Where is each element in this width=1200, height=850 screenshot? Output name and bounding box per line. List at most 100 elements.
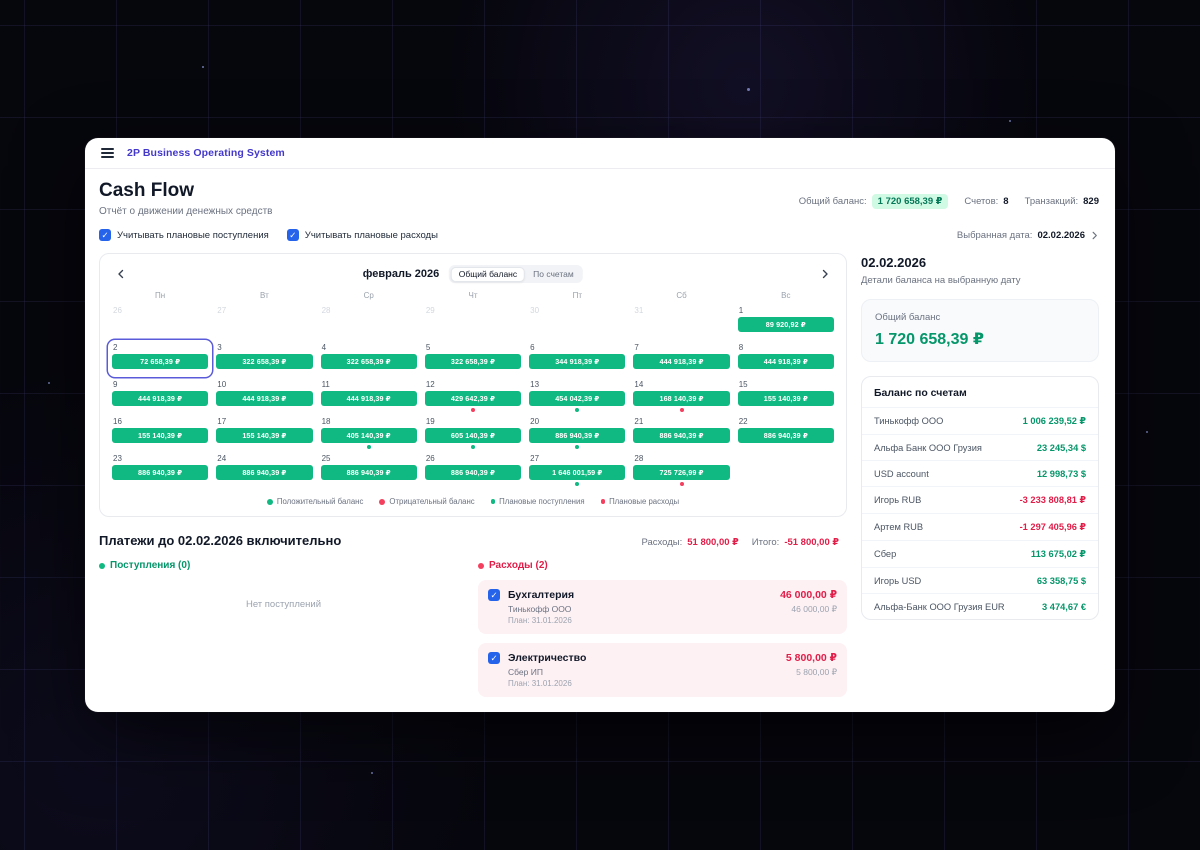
toggle-total-balance[interactable]: Общий баланс bbox=[451, 267, 525, 282]
expense-checkbox[interactable]: ✓ bbox=[488, 652, 500, 664]
day-balance-pill[interactable]: 155 140,39 ₽ bbox=[112, 428, 208, 443]
day-number: 5 bbox=[426, 343, 525, 352]
calendar-day-28[interactable]: 28 bbox=[317, 303, 421, 340]
toggle-by-accounts[interactable]: По счетам bbox=[525, 267, 582, 282]
calendar-day-20[interactable]: 20886 940,39 ₽ bbox=[525, 414, 629, 451]
account-row[interactable]: Игорь USD63 358,75 $ bbox=[862, 567, 1098, 593]
next-month-button[interactable] bbox=[812, 265, 838, 283]
calendar-day-13[interactable]: 13454 042,39 ₽ bbox=[525, 377, 629, 414]
calendar-day-18[interactable]: 18405 140,39 ₽ bbox=[317, 414, 421, 451]
calendar-day-1[interactable]: 189 920,92 ₽ bbox=[734, 303, 838, 340]
day-balance-pill[interactable]: 454 042,39 ₽ bbox=[529, 391, 625, 406]
expense-item[interactable]: ✓ЭлектричествоСбер ИППлан: 31.01.20265 8… bbox=[478, 643, 847, 697]
day-number: 21 bbox=[634, 417, 733, 426]
day-balance-pill[interactable]: 886 940,39 ₽ bbox=[633, 428, 729, 443]
day-balance-pill[interactable]: 168 140,39 ₽ bbox=[633, 391, 729, 406]
day-balance-pill[interactable]: 322 658,39 ₽ bbox=[216, 354, 312, 369]
planned-expense-dot bbox=[471, 408, 475, 412]
calendar-day-7[interactable]: 7444 918,39 ₽ bbox=[629, 340, 733, 377]
account-row[interactable]: Тинькофф ООО1 006 239,52 ₽ bbox=[862, 407, 1098, 434]
day-balance-pill[interactable]: 1 646 001,59 ₽ bbox=[529, 465, 625, 480]
day-balance-pill[interactable]: 886 940,39 ₽ bbox=[321, 465, 417, 480]
day-balance-pill[interactable]: 155 140,39 ₽ bbox=[738, 391, 834, 406]
expense-item[interactable]: ✓БухгалтерияТинькофф ОООПлан: 31.01.2026… bbox=[478, 580, 847, 634]
day-balance-pill[interactable]: 444 918,39 ₽ bbox=[216, 391, 312, 406]
calendar-day-27[interactable]: 271 646 001,59 ₽ bbox=[525, 451, 629, 488]
calendar-day-31[interactable]: 31 bbox=[629, 303, 733, 340]
calendar-day-19[interactable]: 19 605 140,39 ₽ bbox=[421, 414, 525, 451]
day-balance-pill[interactable]: 444 918,39 ₽ bbox=[738, 354, 834, 369]
planned-income-checkbox[interactable]: ✓ bbox=[99, 229, 111, 241]
calendar-day-11[interactable]: 11444 918,39 ₽ bbox=[317, 377, 421, 414]
menu-icon[interactable] bbox=[99, 146, 116, 160]
calendar-day-25[interactable]: 25886 940,39 ₽ bbox=[317, 451, 421, 488]
calendar-day-22[interactable]: 22886 940,39 ₽ bbox=[734, 414, 838, 451]
selected-date-value: 02.02.2026 bbox=[1037, 230, 1085, 241]
calendar-day-24[interactable]: 24886 940,39 ₽ bbox=[212, 451, 316, 488]
account-row[interactable]: Альфа-Банк ООО Грузия EUR3 474,67 € bbox=[862, 593, 1098, 619]
calendar-day-21[interactable]: 21 886 940,39 ₽ bbox=[629, 414, 733, 451]
day-balance-pill[interactable]: 886 940,39 ₽ bbox=[216, 465, 312, 480]
day-balance-pill[interactable]: 322 658,39 ₽ bbox=[425, 354, 521, 369]
weekday-label: Вс bbox=[734, 291, 838, 300]
calendar-day-12[interactable]: 12429 642,39 ₽ bbox=[421, 377, 525, 414]
day-balance-pill[interactable]: 322 658,39 ₽ bbox=[321, 354, 417, 369]
account-row[interactable]: USD account12 998,73 $ bbox=[862, 460, 1098, 486]
calendar-day-30[interactable]: 30 bbox=[525, 303, 629, 340]
chevron-right-icon bbox=[1090, 231, 1099, 240]
account-row[interactable]: Сбер113 675,02 ₽ bbox=[862, 540, 1098, 567]
expense-plan-amount: 46 000,00 ₽ bbox=[780, 604, 837, 615]
calendar-day-10[interactable]: 10444 918,39 ₽ bbox=[212, 377, 316, 414]
weekday-label: Вт bbox=[212, 291, 316, 300]
calendar-day-26[interactable]: 26886 940,39 ₽ bbox=[421, 451, 525, 488]
account-row[interactable]: Артем RUB-1 297 405,96 ₽ bbox=[862, 513, 1098, 540]
planned-expense-checkbox[interactable]: ✓ bbox=[287, 229, 299, 241]
total-balance-card-label: Общий баланс bbox=[875, 312, 1085, 323]
day-balance-pill[interactable]: 605 140,39 ₽ bbox=[425, 428, 521, 443]
day-balance-pill[interactable]: 344 918,39 ₽ bbox=[529, 354, 625, 369]
day-balance-pill[interactable]: 444 918,39 ₽ bbox=[321, 391, 417, 406]
day-balance-pill[interactable]: 886 940,39 ₽ bbox=[738, 428, 834, 443]
calendar-day-29[interactable]: 29 bbox=[421, 303, 525, 340]
planned-income-filter[interactable]: ✓ Учитывать плановые поступления bbox=[99, 229, 269, 241]
account-row[interactable]: Альфа Банк ООО Грузия23 245,34 $ bbox=[862, 434, 1098, 460]
day-balance-pill[interactable]: 886 940,39 ₽ bbox=[529, 428, 625, 443]
calendar-day-9[interactable]: 9444 918,39 ₽ bbox=[108, 377, 212, 414]
day-balance-pill[interactable]: 886 940,39 ₽ bbox=[112, 465, 208, 480]
day-balance-pill[interactable]: 89 920,92 ₽ bbox=[738, 317, 834, 332]
calendar-day-27[interactable]: 27 bbox=[212, 303, 316, 340]
calendar-day-5[interactable]: 5 322 658,39 ₽ bbox=[421, 340, 525, 377]
page-subtitle: Отчёт о движении денежных средств bbox=[99, 206, 272, 217]
main-content: февраль 2026 Общий баланс По счетам ПнВт… bbox=[85, 241, 1115, 709]
calendar-day-26[interactable]: 26 bbox=[108, 303, 212, 340]
calendar-day-3[interactable]: 3322 658,39 ₽ bbox=[212, 340, 316, 377]
prev-month-button[interactable] bbox=[108, 265, 134, 283]
planned-expense-filter[interactable]: ✓ Учитывать плановые расходы bbox=[287, 229, 438, 241]
day-balance-pill[interactable]: 886 940,39 ₽ bbox=[425, 465, 521, 480]
day-balance-pill[interactable]: 429 642,39 ₽ bbox=[425, 391, 521, 406]
account-row[interactable]: Игорь RUB-3 233 808,81 ₽ bbox=[862, 486, 1098, 513]
day-balance-pill[interactable]: 725 726,99 ₽ bbox=[633, 465, 729, 480]
expense-checkbox[interactable]: ✓ bbox=[488, 589, 500, 601]
day-balance-pill[interactable]: 72 658,39 ₽ bbox=[112, 354, 208, 369]
calendar-day-17[interactable]: 17155 140,39 ₽ bbox=[212, 414, 316, 451]
calendar-day-15[interactable]: 15155 140,39 ₽ bbox=[734, 377, 838, 414]
calendar-view-toggle: Общий баланс По счетам bbox=[449, 265, 583, 283]
calendar-day-8[interactable]: 8444 918,39 ₽ bbox=[734, 340, 838, 377]
calendar-day-4[interactable]: 4322 658,39 ₽ bbox=[317, 340, 421, 377]
accounts-count-value: 8 bbox=[1003, 196, 1008, 207]
day-balance-pill[interactable]: 155 140,39 ₽ bbox=[216, 428, 312, 443]
day-balance-pill[interactable]: 405 140,39 ₽ bbox=[321, 428, 417, 443]
day-number: 19 bbox=[426, 417, 525, 426]
calendar-day-16[interactable]: 16155 140,39 ₽ bbox=[108, 414, 212, 451]
details-subtitle: Детали баланса на выбранную дату bbox=[861, 275, 1099, 286]
calendar-day-6[interactable]: 6344 918,39 ₽ bbox=[525, 340, 629, 377]
selected-date-picker[interactable]: Выбранная дата: 02.02.2026 bbox=[957, 230, 1099, 241]
calendar-day-2[interactable]: 272 658,39 ₽ bbox=[108, 340, 212, 377]
calendar-day-28[interactable]: 28725 726,99 ₽ bbox=[629, 451, 733, 488]
day-balance-pill[interactable]: 444 918,39 ₽ bbox=[633, 354, 729, 369]
day-balance-pill[interactable]: 444 918,39 ₽ bbox=[112, 391, 208, 406]
calendar-day-14[interactable]: 14168 140,39 ₽ bbox=[629, 377, 733, 414]
calendar-day-23[interactable]: 23886 940,39 ₽ bbox=[108, 451, 212, 488]
stat-accounts-count: Счетов: 8 bbox=[964, 196, 1008, 207]
